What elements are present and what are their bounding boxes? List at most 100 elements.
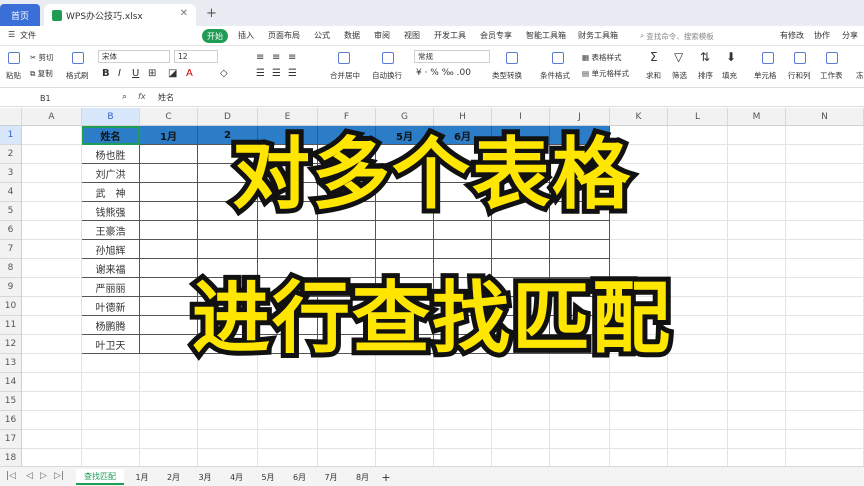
value-cell[interactable] [434,278,492,297]
paste-label[interactable]: 粘贴 [6,70,21,81]
value-cell[interactable] [198,240,258,259]
value-cell[interactable] [198,202,258,221]
menu-file[interactable]: 文件 [20,30,36,41]
copy-button[interactable]: ⧉ 复制 [30,68,53,79]
column-header[interactable]: H [434,108,492,126]
freeze-label[interactable]: 冻 [856,70,864,81]
cell[interactable] [728,335,786,354]
cell[interactable] [140,392,198,411]
menu-page-layout[interactable]: 页面布局 [268,30,300,41]
header-cell-month[interactable]: 5月 [376,126,434,145]
name-box[interactable]: B1 [6,91,102,105]
cell[interactable] [610,183,668,202]
value-cell[interactable] [376,297,434,316]
home-tab[interactable]: 首页 [0,4,40,26]
cell[interactable] [786,259,864,278]
value-cell[interactable] [140,240,198,259]
cell[interactable] [668,297,728,316]
fill-label[interactable]: 填充 [722,70,737,81]
header-cell-month[interactable]: 6月 [434,126,492,145]
name-cell[interactable]: 杨也胜 [82,145,140,164]
cell[interactable] [610,430,668,449]
cell[interactable] [728,449,786,466]
cell[interactable] [140,373,198,392]
header-cell-month[interactable]: 1月 [140,126,198,145]
name-cell[interactable]: 杨鹏腾 [82,316,140,335]
cell[interactable] [82,430,140,449]
value-cell[interactable] [550,316,610,335]
conditional-format-label[interactable]: 条件格式 [540,70,570,81]
column-header[interactable]: D [198,108,258,126]
next-sheet-icon[interactable]: ▷ [40,471,47,481]
value-cell[interactable] [550,145,610,164]
menu-insert[interactable]: 插入 [238,30,254,41]
header-cell-name[interactable]: 姓名 [82,126,140,145]
value-cell[interactable] [140,316,198,335]
value-cell[interactable] [258,183,318,202]
cell[interactable] [786,297,864,316]
value-cell[interactable] [198,316,258,335]
value-cell[interactable] [492,183,550,202]
prev-sheet-icon[interactable]: ◁ [26,471,33,481]
worksheet-label[interactable]: 工作表 [820,70,843,81]
menu-member[interactable]: 会员专享 [480,30,512,41]
cell[interactable] [492,373,550,392]
column-header[interactable]: A [22,108,82,126]
cell[interactable] [728,221,786,240]
sheet-tab[interactable]: 4月 [223,469,251,485]
cell[interactable] [318,411,376,430]
fill-color-icon[interactable]: ◪ [168,68,177,79]
value-cell[interactable] [434,164,492,183]
value-cell[interactable] [258,297,318,316]
value-cell[interactable] [198,221,258,240]
value-cell[interactable] [318,164,376,183]
value-cell[interactable] [198,278,258,297]
cell[interactable] [258,392,318,411]
row-header[interactable]: 2 [0,145,22,164]
row-header[interactable]: 8 [0,259,22,278]
value-cell[interactable] [140,297,198,316]
cell[interactable] [610,145,668,164]
value-cell[interactable] [140,164,198,183]
table-style-button[interactable]: ▦ 表格样式 [582,52,621,63]
name-cell[interactable]: 严丽丽 [82,278,140,297]
close-icon[interactable]: ✕ [180,8,188,19]
row-header[interactable]: 9 [0,278,22,297]
wrap-text-icon[interactable] [382,52,394,64]
menu-start[interactable]: 开始 [202,29,228,43]
cell[interactable] [258,411,318,430]
cell[interactable] [668,392,728,411]
cell[interactable] [434,449,492,466]
value-cell[interactable] [550,221,610,240]
cell[interactable] [668,126,728,145]
value-cell[interactable] [492,240,550,259]
cell[interactable] [140,430,198,449]
cell[interactable] [492,392,550,411]
header-cell-month[interactable] [318,126,376,145]
menu-smart-tools[interactable]: 智能工具箱 [526,30,566,41]
cell[interactable] [22,392,82,411]
column-header[interactable]: G [376,108,434,126]
cell[interactable] [610,392,668,411]
align-right-icon[interactable]: ☰ [288,68,297,79]
cell[interactable] [786,392,864,411]
cell[interactable] [668,145,728,164]
cell[interactable] [376,411,434,430]
sheet-tab[interactable]: 7月 [317,469,345,485]
cell[interactable] [318,354,376,373]
font-color-icon[interactable]: A [186,68,193,79]
cell[interactable] [22,259,82,278]
spreadsheet-grid[interactable]: ABCDEFGHIJKLMN 1 2 3 4 5 6 7 8 9 10 11 12 13 14 15 16 17… [0,108,864,466]
cell[interactable] [610,411,668,430]
align-top-icon[interactable]: ≡ [256,52,264,63]
cell[interactable] [668,221,728,240]
name-cell[interactable]: 叶德新 [82,297,140,316]
cell[interactable] [786,430,864,449]
cell[interactable] [668,183,728,202]
cell[interactable] [668,373,728,392]
cell[interactable] [82,354,140,373]
cell[interactable] [198,392,258,411]
wrap-text-label[interactable]: 自动换行 [372,70,402,81]
cell[interactable] [786,373,864,392]
value-cell[interactable] [318,278,376,297]
